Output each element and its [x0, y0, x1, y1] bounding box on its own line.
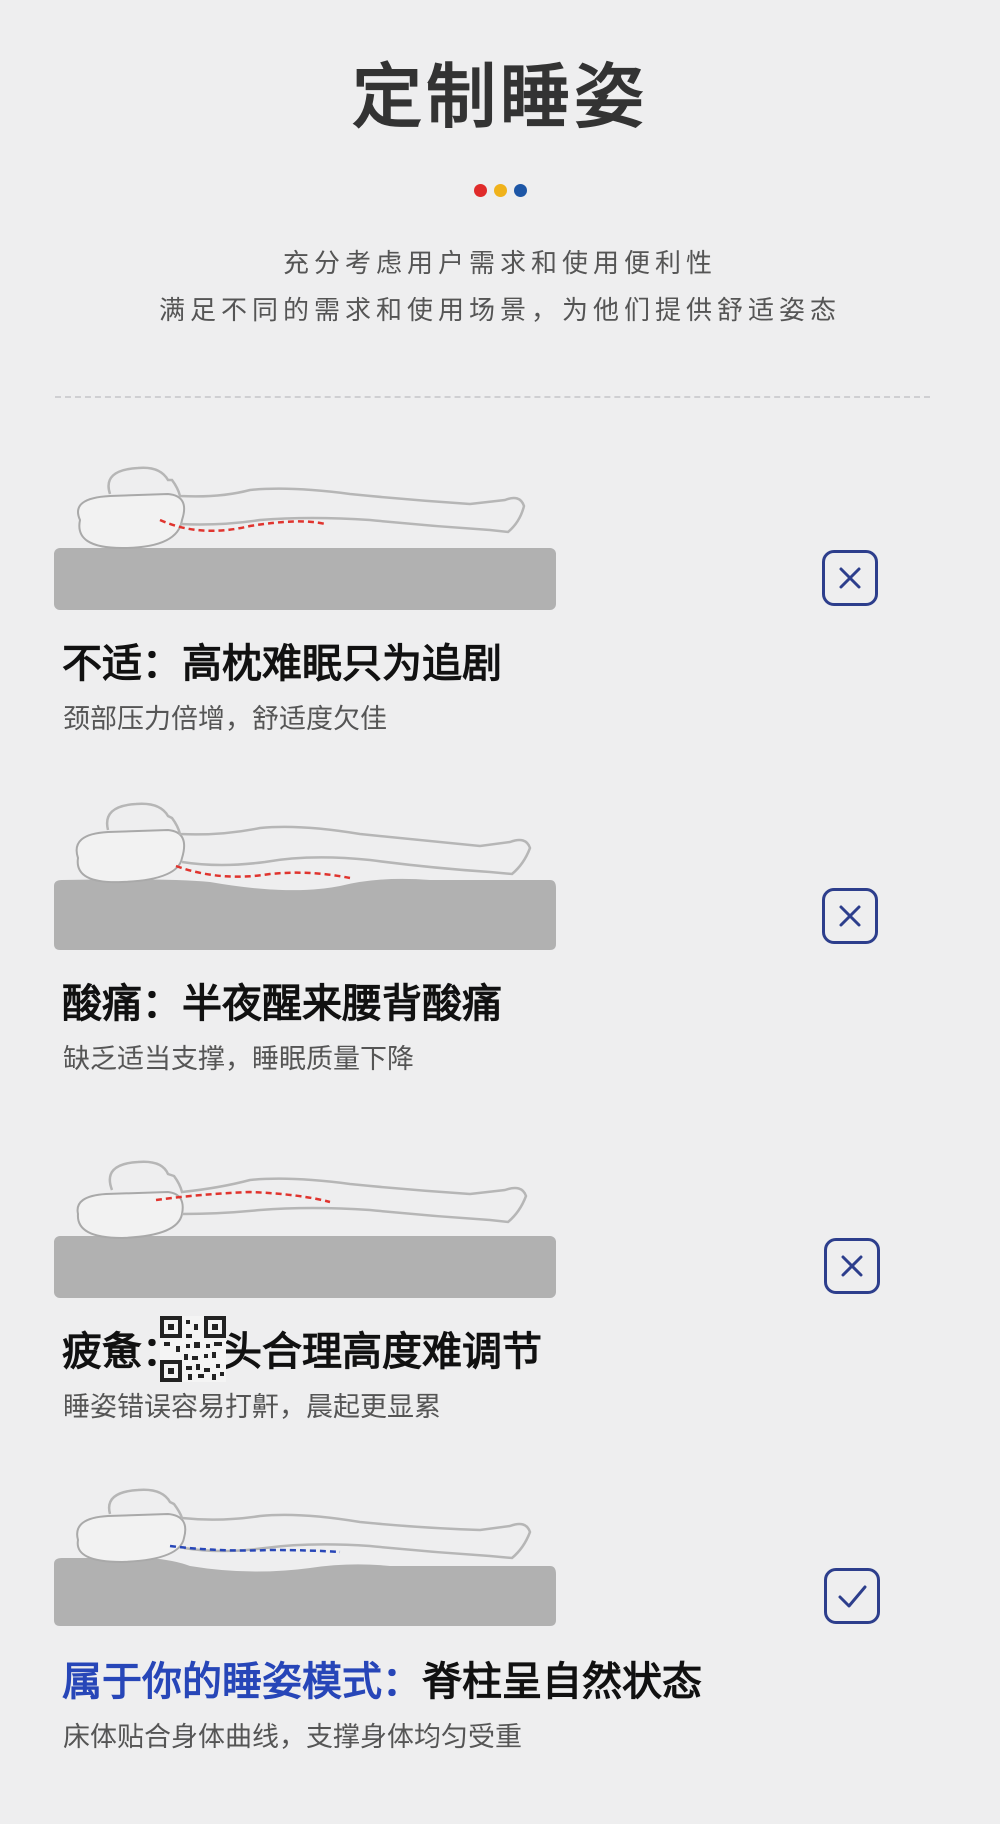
- mattress: [54, 878, 556, 950]
- section-description: 颈部压力倍增，舒适度欠佳: [63, 704, 387, 735]
- page-title: 定制睡姿: [352, 56, 648, 138]
- dashed-divider: [55, 396, 930, 398]
- section-description: 睡姿错误容易打鼾，晨起更显累: [63, 1392, 441, 1423]
- posture-section-recommended: 属于你的睡姿模式：脊柱呈自然状态 床体贴合身体曲线，支撑身体均匀受重: [0, 1488, 1000, 1796]
- mattress: [54, 1236, 556, 1298]
- spine-line: [175, 864, 351, 880]
- dots-decoration: [0, 184, 1000, 197]
- yellow-dot: [493, 184, 507, 197]
- sleeping-figure-illustration: [54, 1488, 556, 1626]
- cross-icon: [822, 888, 878, 944]
- cross-icon: [822, 550, 878, 606]
- heading-text: 高枕难眠只为追剧: [182, 641, 502, 687]
- heading-text: 半夜醒来腰背酸痛: [182, 981, 502, 1027]
- subtitle-line-1: 充分考虑用户需求和使用便利性: [282, 249, 717, 279]
- section-heading: 不适：高枕难眠只为追剧: [62, 638, 502, 690]
- sleeping-figure-illustration: [54, 466, 556, 610]
- posture-section-soreness: 酸痛：半夜醒来腰背酸痛 缺乏适当支撑，睡眠质量下降: [0, 800, 1000, 1090]
- sleeping-figure-illustration: [54, 1160, 556, 1298]
- blue-dot: [513, 184, 527, 197]
- heading-prefix: 酸痛：: [62, 981, 182, 1027]
- header: 定制睡姿 充分考虑用户需求和使用便利性 满足不同的需求和使用场景，为他们提供舒适…: [0, 0, 1000, 400]
- cross-icon: [824, 1238, 880, 1294]
- heading-text: 枕头合理高度难调节: [182, 1329, 542, 1375]
- check-icon: [824, 1568, 880, 1624]
- mattress: [54, 1558, 556, 1626]
- heading-prefix: 不适：: [62, 641, 182, 687]
- section-description: 缺乏适当支撑，睡眠质量下降: [63, 1044, 414, 1075]
- heading-prefix: 属于你的睡姿模式：: [62, 1659, 422, 1705]
- section-heading: 酸痛：半夜醒来腰背酸痛: [62, 978, 502, 1030]
- sleeping-figure-illustration: [54, 802, 556, 950]
- pillow: [75, 828, 186, 884]
- section-description: 床体贴合身体曲线，支撑身体均匀受重: [63, 1722, 522, 1753]
- section-heading: 属于你的睡姿模式：脊柱呈自然状态: [62, 1656, 702, 1708]
- pillow: [76, 1512, 187, 1564]
- posture-section-uncomfortable: 不适：高枕难眠只为追剧 颈部压力倍增，舒适度欠佳: [0, 460, 1000, 750]
- pillow: [77, 492, 186, 550]
- section-heading: 疲惫：枕头合理高度难调节: [62, 1326, 542, 1378]
- heading-text: 脊柱呈自然状态: [422, 1659, 702, 1705]
- qr-code-watermark: [160, 1316, 226, 1382]
- posture-section-fatigue: 疲惫：枕头合理高度难调节 睡姿错误容易打鼾，晨起更显累: [0, 1148, 1000, 1438]
- subtitle-line-2: 满足不同的需求和使用场景，为他们提供舒适姿态: [158, 296, 841, 326]
- red-dot: [473, 184, 487, 197]
- mattress: [54, 548, 556, 610]
